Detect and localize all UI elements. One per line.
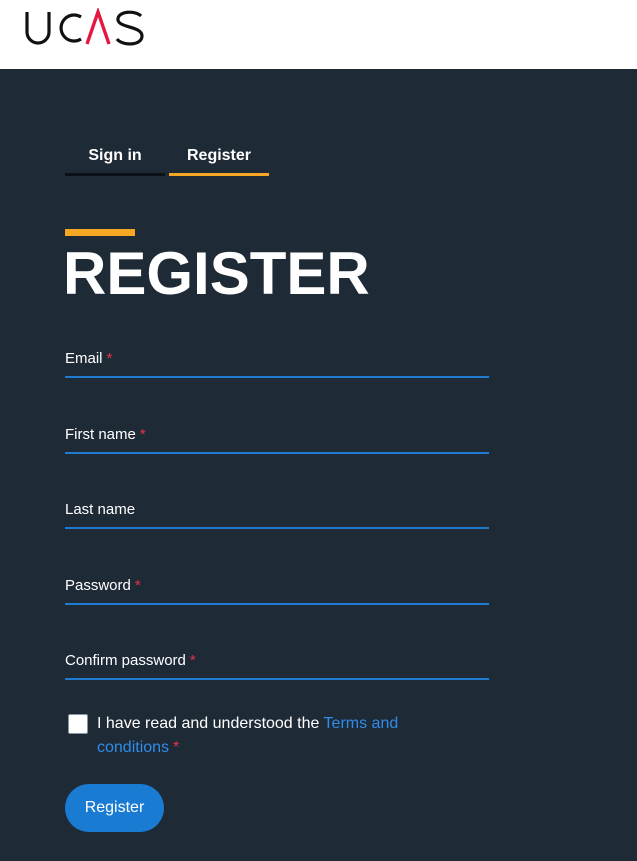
- terms-checkbox[interactable]: [68, 714, 88, 734]
- tab-register[interactable]: Register: [169, 138, 269, 176]
- confirm-password-input[interactable]: [65, 646, 489, 678]
- terms-link[interactable]: conditions: [97, 739, 169, 756]
- password-input[interactable]: [65, 571, 489, 603]
- register-button[interactable]: Register: [65, 784, 164, 832]
- terms-consent: I have read and understood the Terms and…: [65, 712, 485, 760]
- ucas-logo-mark: [25, 8, 144, 46]
- email-field[interactable]: Email *: [65, 344, 489, 378]
- site-header: [0, 0, 637, 69]
- last-name-input[interactable]: [65, 495, 489, 527]
- last-name-field[interactable]: Last name: [65, 495, 489, 529]
- terms-text: I have read and understood the Terms and…: [97, 715, 399, 756]
- confirm-password-field[interactable]: Confirm password *: [65, 646, 489, 680]
- tab-sign-in[interactable]: Sign in: [65, 138, 165, 176]
- page-title: REGISTER: [63, 240, 370, 307]
- auth-tabs: Sign in Register: [65, 138, 269, 176]
- email-input[interactable]: [65, 344, 489, 376]
- terms-link[interactable]: Terms and: [324, 715, 399, 732]
- required-marker: *: [173, 739, 180, 756]
- password-field[interactable]: Password *: [65, 571, 489, 605]
- first-name-input[interactable]: [65, 420, 489, 452]
- ucas-logo[interactable]: [25, 8, 145, 48]
- first-name-field[interactable]: First name *: [65, 420, 489, 454]
- title-accent-bar: [65, 229, 135, 236]
